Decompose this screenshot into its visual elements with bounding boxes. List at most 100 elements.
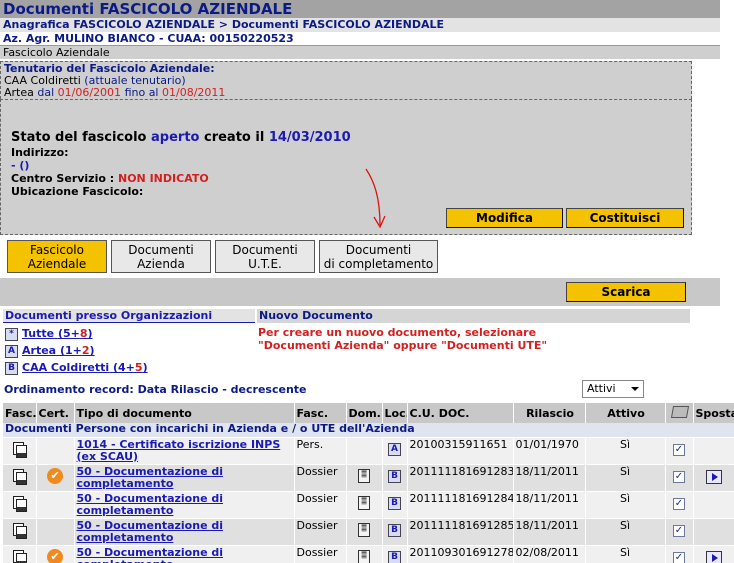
cell-dom: ≡ ≡ bbox=[346, 464, 383, 492]
status-select[interactable]: Attivi bbox=[582, 380, 644, 398]
tab-line: Documenti bbox=[345, 243, 412, 257]
tab-line: Azienda bbox=[137, 257, 185, 271]
cell-cu-doc: 201109301691278 bbox=[407, 545, 514, 563]
cell-attivo: Sì bbox=[585, 518, 666, 546]
table-body: Documenti Persone con incarichi in Azien… bbox=[3, 423, 734, 563]
print-checkbox[interactable]: ✓ bbox=[673, 443, 685, 456]
document-type-link[interactable]: 50 - Documentazione di completamento bbox=[77, 492, 292, 517]
nuovo-documento-hint: Per creare un nuovo documento, seleziona… bbox=[258, 326, 558, 352]
domanda-icon[interactable]: ≡ ≡ bbox=[358, 548, 370, 563]
filter-tutte[interactable]: * Tutte (5+8) bbox=[5, 327, 93, 341]
centro-label: Centro Servizio : bbox=[11, 172, 115, 185]
move-arrow-icon[interactable] bbox=[705, 469, 722, 484]
domanda-icon[interactable]: ≡ ≡ bbox=[358, 521, 370, 537]
status-select-value: Attivi bbox=[587, 382, 616, 395]
cell-cert: ✔ bbox=[36, 545, 75, 563]
modifica-button[interactable]: Modifica bbox=[446, 208, 563, 228]
table-row: ✔ 50 - Documentazione di completamentoDos… bbox=[3, 464, 734, 492]
cell-sposta bbox=[693, 518, 734, 546]
filter-caa-coldiretti[interactable]: B CAA Coldiretti (4+5) bbox=[5, 361, 148, 375]
tab-documenti-ute[interactable]: Documenti U.T.E. bbox=[215, 240, 315, 273]
tab-documenti-completamento[interactable]: Documenti di completamento bbox=[319, 240, 438, 273]
tab-line: Aziendale bbox=[27, 257, 87, 271]
ubicazione-label: Ubicazione Fascicolo: bbox=[11, 185, 144, 198]
artea-prefix: Artea bbox=[4, 86, 34, 99]
stato-value: aperto bbox=[151, 130, 200, 145]
cell-dom: ≡ ≡ bbox=[346, 518, 383, 546]
cell-rilascio: 02/08/2011 bbox=[513, 545, 586, 563]
creato-label: creato il bbox=[204, 130, 265, 145]
move-arrow-icon[interactable] bbox=[705, 550, 722, 563]
cell-loc: B bbox=[382, 518, 408, 546]
cell-rilascio: 18/11/2011 bbox=[513, 464, 586, 492]
col-attivo: Attivo bbox=[585, 403, 666, 423]
cell-dom: ≡ ≡ bbox=[346, 545, 383, 563]
document-type-link[interactable]: 1014 - Certificato iscrizione INPS (ex S… bbox=[77, 438, 292, 463]
cell-attivo: Sì bbox=[585, 545, 666, 563]
tab-documenti-azienda[interactable]: Documenti Azienda bbox=[111, 240, 211, 273]
cell-attivo: Sì bbox=[585, 464, 666, 492]
col-loc: Loc. bbox=[382, 403, 408, 423]
print-checkbox[interactable]: ✓ bbox=[673, 551, 685, 563]
domanda-icon[interactable]: ≡ ≡ bbox=[358, 467, 370, 483]
document-icon[interactable] bbox=[12, 549, 28, 563]
filter-link[interactable]: Artea (1+2) bbox=[22, 344, 95, 357]
scarica-button[interactable]: Scarica bbox=[566, 282, 686, 302]
artea-line: Artea dal 01/06/2001 fino al 01/08/2011 bbox=[4, 87, 688, 99]
cell-dom: ≡ ≡ bbox=[346, 491, 383, 519]
table-row: 1014 - Certificato iscrizione INPS (ex S… bbox=[3, 437, 734, 465]
nuovo-documento-header: Nuovo Documento bbox=[257, 309, 690, 323]
document-icon[interactable] bbox=[12, 522, 28, 539]
document-icon[interactable] bbox=[12, 495, 28, 512]
costituisci-button[interactable]: Costituisci bbox=[566, 208, 684, 228]
document-type-link[interactable]: 50 - Documentazione di completamento bbox=[77, 519, 292, 544]
print-checkbox[interactable]: ✓ bbox=[673, 524, 685, 537]
filter-label: Tutte bbox=[22, 327, 55, 340]
cell-fasc bbox=[3, 464, 37, 492]
col-fasc2: Fasc. bbox=[294, 403, 347, 423]
cell-cert bbox=[36, 437, 75, 465]
tab-line: U.T.E. bbox=[248, 257, 282, 271]
table-header-row: Fasc. Cert. Tipo di documento Fasc. Dom.… bbox=[3, 403, 734, 423]
tab-fascicolo-aziendale[interactable]: Fascicolo Aziendale bbox=[7, 240, 107, 273]
tab-line: Documenti bbox=[232, 243, 298, 257]
sort-label: Ordinamento record: Data Rilascio - decr… bbox=[4, 383, 307, 396]
col-cu-doc: C.U. DOC. bbox=[407, 403, 514, 423]
certified-check-icon: ✔ bbox=[47, 467, 63, 484]
document-type-link[interactable]: 50 - Documentazione di completamento bbox=[77, 465, 292, 490]
document-icon[interactable] bbox=[12, 441, 28, 458]
filter-count-extra: 2 bbox=[81, 344, 90, 357]
cell-print: ✓ bbox=[665, 545, 694, 563]
indirizzo-label: Indirizzo: bbox=[11, 146, 69, 159]
filter-artea[interactable]: A Artea (1+2) bbox=[5, 344, 95, 358]
print-checkbox[interactable]: ✓ bbox=[673, 497, 685, 510]
indirizzo-value: - () bbox=[11, 159, 30, 172]
cell-cu-doc: 201111181691283 bbox=[407, 464, 514, 492]
cell-tipo: 1014 - Certificato iscrizione INPS (ex S… bbox=[74, 437, 295, 465]
hint-line: Per creare un nuovo documento, seleziona… bbox=[258, 326, 537, 339]
filter-link[interactable]: CAA Coldiretti (4+5) bbox=[22, 361, 148, 374]
cell-sposta bbox=[693, 464, 734, 492]
print-checkbox[interactable]: ✓ bbox=[673, 470, 685, 483]
document-icon[interactable] bbox=[12, 468, 28, 485]
document-type-link[interactable]: 50 - Documentazione di completamento bbox=[77, 546, 292, 563]
col-fasc: Fasc. bbox=[3, 403, 37, 423]
filter-count-extra: 8 bbox=[79, 327, 88, 340]
filter-link[interactable]: Tutte (5+8) bbox=[22, 327, 93, 340]
domanda-icon[interactable]: ≡ ≡ bbox=[358, 494, 370, 510]
cell-cu-doc: 201111181691285 bbox=[407, 518, 514, 546]
cell-sposta bbox=[693, 491, 734, 519]
cell-fasc-type: Dossier bbox=[294, 464, 347, 492]
cell-tipo: 50 - Documentazione di completamento bbox=[74, 464, 295, 492]
cell-print: ✓ bbox=[665, 518, 694, 546]
filter-label: CAA Coldiretti bbox=[22, 361, 110, 374]
cell-print: ✓ bbox=[665, 437, 694, 465]
location-badge: B bbox=[388, 469, 401, 483]
cell-cu-doc: 201111181691284 bbox=[407, 491, 514, 519]
stato-line: Stato del fascicolo aperto creato il 14/… bbox=[11, 130, 691, 146]
cell-fasc-type: Dossier bbox=[294, 518, 347, 546]
dal-date: 01/06/2001 bbox=[57, 86, 122, 99]
cell-dom bbox=[346, 437, 383, 465]
cell-print: ✓ bbox=[665, 464, 694, 492]
cell-rilascio: 01/01/1970 bbox=[513, 437, 586, 465]
